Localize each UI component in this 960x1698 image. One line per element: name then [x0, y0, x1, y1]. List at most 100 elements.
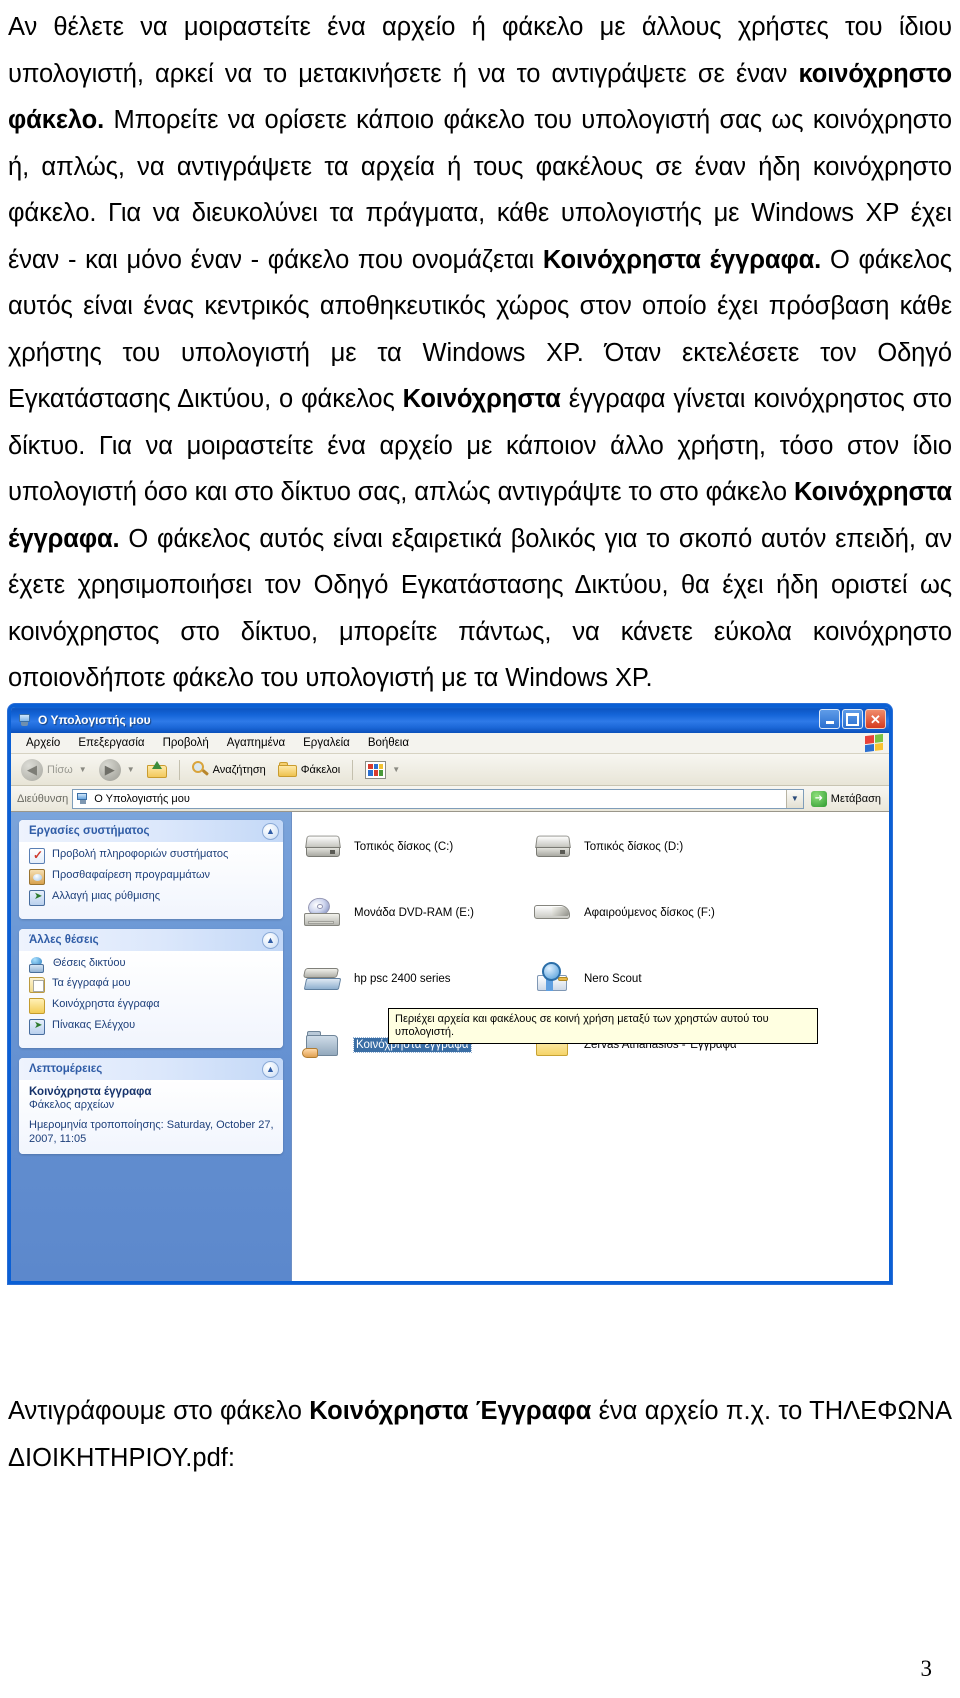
chevron-up-icon[interactable]: ▲ — [262, 931, 279, 949]
toolbar-separator-2 — [352, 759, 354, 780]
menu-item-help[interactable]: Βοήθεια — [359, 737, 418, 749]
file-item[interactable]: Αφαιρούμενος δίσκος (F:) — [532, 892, 889, 934]
panel-details-header[interactable]: Λεπτομέρειες ▲ — [19, 1058, 283, 1080]
task-change-setting[interactable]: Αλλαγή μιας ρύθμισης — [29, 890, 275, 906]
file-item[interactable]: hp psc 2400 series — [302, 958, 532, 1000]
body-paragraph: Αν θέλετε να μοιραστείτε ένα αρχείο ή φά… — [8, 4, 952, 702]
back-label: Πίσω — [47, 763, 73, 776]
panel-other-places-header[interactable]: Άλλες θέσεις ▲ — [19, 929, 283, 951]
panel-other-places: Άλλες θέσεις ▲ Θέσεις δικτύου Τα έγγραφά… — [19, 929, 283, 1048]
place-my-documents[interactable]: Τα έγγραφά μου — [29, 977, 275, 993]
back-arrow-icon: ◀ — [21, 758, 43, 781]
up-button[interactable] — [143, 759, 171, 780]
windows-logo-icon — [865, 733, 883, 753]
close-button[interactable]: ✕ — [865, 709, 886, 729]
my-documents-icon — [29, 977, 45, 993]
menu-item-view[interactable]: Προβολή — [154, 737, 218, 749]
search-button[interactable]: Αναζήτηση — [188, 759, 270, 780]
maximize-button[interactable] — [842, 709, 863, 729]
address-label: Διεύθυνση — [17, 792, 69, 805]
menu-item-favorites[interactable]: Αγαπημένα — [218, 737, 294, 749]
forward-button[interactable]: ▶ ▼ — [95, 757, 139, 783]
file-label: Nero Scout — [584, 973, 642, 985]
place-shared-documents[interactable]: Κοινόχρηστα έγγραφα — [29, 998, 275, 1014]
text-run: Ο φάκελος αυτός είναι εξαιρετικά βολικός… — [8, 524, 952, 693]
file-list-pane[interactable]: Τοπικός δίσκος (C:) Τοπικός δίσκος (D:) … — [291, 812, 889, 1281]
folders-button[interactable]: Φάκελοι — [274, 760, 344, 779]
folders-label: Φάκελοι — [300, 763, 341, 776]
file-item[interactable]: Μονάδα DVD-RAM (E:) — [302, 892, 532, 934]
window-titlebar: Ο Υπολογιστής μου ✕ — [11, 707, 889, 733]
toolbar-separator — [178, 759, 180, 780]
views-icon — [365, 760, 387, 779]
place-network-places[interactable]: Θέσεις δικτύου — [29, 957, 275, 973]
chevron-up-icon[interactable]: ▲ — [262, 822, 279, 840]
forward-arrow-icon: ▶ — [98, 758, 121, 781]
panel-details: Λεπτομέρειες ▲ Κοινόχρηστα έγγραφα Φάκελ… — [19, 1058, 283, 1154]
folder-up-icon — [146, 761, 167, 778]
task-add-remove-programs[interactable]: Προσθαφαίρεση προγραμμάτων — [29, 869, 275, 885]
file-item[interactable]: Τοπικός δίσκος (C:) — [302, 826, 532, 868]
file-label: Τοπικός δίσκος (C:) — [354, 841, 454, 853]
back-button[interactable]: ◀ Πίσω ▼ — [17, 757, 91, 783]
file-item[interactable]: Nero Scout — [532, 958, 889, 1000]
address-dropdown-icon[interactable]: ▼ — [785, 789, 803, 808]
folder-tooltip: Περιέχει αρχεία και φακέλους σε κοινή χρ… — [388, 1008, 818, 1044]
panel-system-tasks-header[interactable]: Εργασίες συστήματος ▲ — [19, 820, 283, 842]
scanner-icon — [302, 961, 344, 997]
go-label: Μετάβαση — [830, 792, 881, 805]
file-item[interactable]: Τοπικός δίσκος (D:) — [532, 826, 889, 868]
nero-scout-icon — [532, 961, 574, 997]
back-dropdown-icon[interactable]: ▼ — [79, 765, 87, 774]
status-message: Περιέχει αρχεία και φακέλους σε κοινή χρ… — [11, 1282, 594, 1284]
views-dropdown-icon[interactable]: ▼ — [392, 765, 400, 774]
task-label: Προσθαφαίρεση προγραμμάτων — [52, 869, 211, 881]
panel-system-tasks-title: Εργασίες συστήματος — [29, 825, 150, 837]
task-view-system-info[interactable]: Προβολή πληροφοριών συστήματος — [29, 848, 275, 864]
shared-folder-icon — [302, 1027, 344, 1063]
menu-item-edit[interactable]: Επεξεργασία — [69, 737, 153, 749]
forward-dropdown-icon[interactable]: ▼ — [127, 765, 135, 774]
address-computer-icon — [76, 792, 89, 805]
bold-run: Κοινόχρηστα Έγγραφα — [309, 1397, 592, 1425]
explorer-body: Εργασίες συστήματος ▲ Προβολή πληροφοριώ… — [11, 812, 889, 1281]
place-control-panel[interactable]: Πίνακας Ελέγχου — [29, 1019, 275, 1035]
task-label: Αλλαγή μιας ρύθμισης — [52, 890, 161, 902]
panel-system-tasks-body: Προβολή πληροφοριών συστήματος Προσθαφαί… — [19, 842, 283, 919]
menu-item-file[interactable]: Αρχείο — [17, 737, 69, 749]
search-icon — [191, 761, 209, 778]
minimize-button[interactable] — [819, 709, 840, 729]
windows-explorer-window: Ο Υπολογιστής μου ✕ Αρχείο Επεξεργασία Π… — [8, 704, 892, 1284]
panel-details-body: Κοινόχρηστα έγγραφα Φάκελος αρχείων Ημερ… — [19, 1080, 283, 1154]
task-label: Κοινόχρηστα έγγραφα — [52, 998, 160, 1010]
menu-item-tools[interactable]: Εργαλεία — [294, 737, 359, 749]
chevron-up-icon[interactable]: ▲ — [262, 1060, 279, 1078]
control-panel-icon — [29, 1019, 45, 1035]
window-title: Ο Υπολογιστής μου — [38, 713, 151, 727]
task-label: Θέσεις δικτύου — [53, 957, 126, 969]
text-run: Αντιγράφουμε στο φάκελο — [8, 1397, 310, 1425]
file-label: Τοπικός δίσκος (D:) — [584, 841, 684, 853]
hard-drive-icon — [532, 829, 574, 865]
go-arrow-icon: ➜ — [810, 790, 827, 807]
figure-caption: Αντιγράφουμε στο φάκελο Κοινόχρηστα Έγγρ… — [8, 1388, 952, 1481]
panel-other-places-body: Θέσεις δικτύου Τα έγγραφά μου Κοινόχρηστ… — [19, 951, 283, 1048]
menu-bar: Αρχείο Επεξεργασία Προβολή Αγαπημένα Εργ… — [11, 733, 889, 754]
folders-icon — [277, 762, 297, 777]
search-label: Αναζήτηση — [212, 763, 266, 776]
panel-other-places-title: Άλλες θέσεις — [29, 934, 99, 946]
go-button[interactable]: ➜ Μετάβαση — [808, 790, 887, 808]
add-remove-programs-icon — [29, 869, 45, 885]
bold-run: Κοινόχρηστα — [402, 385, 561, 413]
dvd-drive-icon — [302, 895, 344, 931]
views-button[interactable]: ▼ — [361, 759, 404, 781]
navigation-toolbar: ◀ Πίσω ▼ ▶ ▼ Αναζήτηση Φάκελοι ▼ — [11, 754, 889, 786]
file-label: Μονάδα DVD-RAM (E:) — [354, 907, 475, 919]
task-label: Τα έγγραφά μου — [52, 977, 131, 989]
network-places-icon — [29, 957, 46, 973]
bold-run: Κοινόχρηστα έγγραφα. — [542, 245, 822, 274]
panel-system-tasks: Εργασίες συστήματος ▲ Προβολή πληροφοριώ… — [19, 820, 283, 919]
details-item-name: Κοινόχρηστα έγγραφα — [29, 1086, 152, 1098]
panel-details-title: Λεπτομέρειες — [29, 1063, 103, 1075]
address-input[interactable]: Ο Υπολογιστής μου ▼ — [72, 788, 804, 809]
